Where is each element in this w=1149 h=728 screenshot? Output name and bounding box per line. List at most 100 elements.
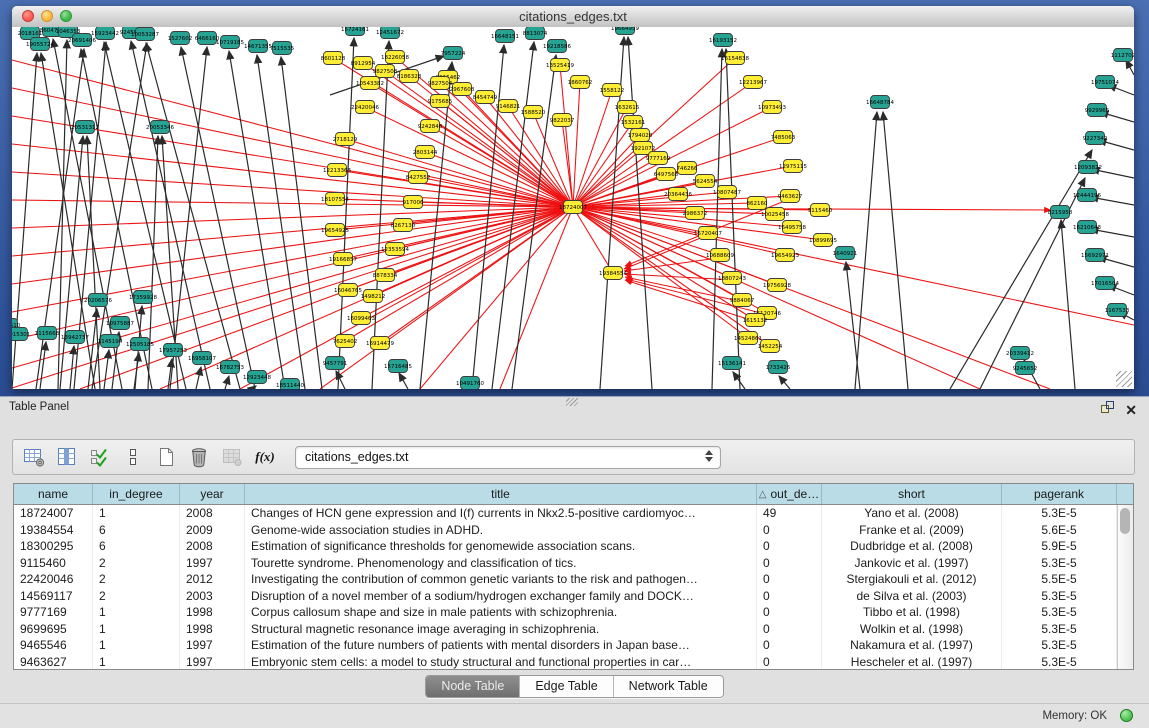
graph-node-label: 18107554: [321, 197, 349, 203]
row-height-icon[interactable]: [121, 445, 145, 469]
graph-node-label: 19166857: [329, 257, 357, 263]
table-cell-pagerank: 5.3E-5: [1002, 637, 1117, 654]
graph-node-label: 8912954: [351, 61, 376, 67]
table-cell-name: 9115460: [14, 555, 93, 572]
table-cell-title: Tourette syndrome. Phenomenology and cla…: [245, 555, 757, 572]
graph-node-label: 9146821: [496, 104, 521, 110]
window-titlebar[interactable]: citations_edges.txt: [12, 6, 1134, 28]
table-row[interactable]: 946554611997Estimation of the future num…: [14, 637, 1118, 654]
graph-node-label: 746266: [677, 166, 698, 172]
column-header-out_degree[interactable]: △out_de…: [757, 484, 822, 504]
graph-node-label: 9929965: [1085, 108, 1110, 114]
table-panel-title: Table Panel: [9, 401, 69, 413]
graph-node-label: 9827508: [373, 69, 398, 75]
graph-node-label: 16958107: [188, 356, 216, 362]
graph-node-label: 20531312: [71, 125, 99, 131]
graph-node-label: 1733426: [766, 365, 791, 371]
table-cell-year: 2012: [180, 571, 245, 588]
graph-node-label: 16154838: [721, 56, 749, 62]
table-row[interactable]: 2242004622012Investigating the contribut…: [14, 571, 1118, 588]
graph-node-label: 7957224: [441, 51, 466, 57]
table-cell-pagerank: 5.3E-5: [1002, 621, 1117, 638]
minimize-button[interactable]: [41, 10, 53, 22]
table-row[interactable]: 1830029562008Estimation of significance …: [14, 538, 1118, 555]
graph-node-label: 16046765: [334, 288, 362, 294]
function-builder-icon[interactable]: f(x): [253, 445, 277, 469]
zoom-button[interactable]: [60, 10, 72, 22]
graph-node-label: 1498212: [361, 294, 386, 300]
tab-edge-table[interactable]: Edge Table: [520, 676, 613, 697]
table-cell-year: 1997: [180, 637, 245, 654]
table-row[interactable]: 1938455462009Genome-wide association stu…: [14, 522, 1118, 539]
splitter-handle[interactable]: [566, 398, 578, 406]
table-row[interactable]: 977716911998Corpus callosum shape and si…: [14, 604, 1118, 621]
graph-node-label: 1632615: [615, 105, 640, 111]
graph-node-label: 10491760: [456, 381, 484, 387]
table-cell-name: 19384554: [14, 522, 93, 539]
table-cell-out_degree: 49: [757, 505, 822, 522]
graph-node-label: 14524861: [734, 336, 762, 342]
graph-node-label: 14671355: [244, 44, 272, 50]
column-header-in_degree[interactable]: in_degree: [93, 484, 180, 504]
red-edge: [365, 107, 573, 207]
table-row[interactable]: 946362711997Embryonic stem cells: a mode…: [14, 654, 1118, 671]
graph-node-label: 3915301: [12, 332, 30, 338]
black-edge: [855, 112, 877, 389]
black-edge: [196, 367, 201, 389]
new-column-icon[interactable]: [154, 445, 178, 469]
red-edge: [12, 60, 573, 207]
column-header-short[interactable]: short: [822, 484, 1002, 504]
network-canvas[interactable]: 2018161860477410463531905572420691406159…: [12, 27, 1134, 389]
column-header-year[interactable]: year: [180, 484, 245, 504]
table-cell-short: Stergiakouli et al. (2012): [822, 571, 1002, 588]
graph-node-label: 18226058: [381, 55, 409, 61]
column-visibility-icon[interactable]: [55, 445, 79, 469]
graph-node-label: 19384554: [599, 271, 627, 277]
status-bar: Memory: OK: [0, 703, 1149, 728]
network-window: citations_edges.txt 20181618604774104635…: [12, 6, 1134, 389]
table-row[interactable]: 969969511998Structural magnetic resonanc…: [14, 621, 1118, 638]
table-row[interactable]: 1456911722003Disruption of a novel membe…: [14, 588, 1118, 605]
graph-node-label: 1794028: [628, 133, 653, 139]
table-mode-icon[interactable]: [22, 445, 46, 469]
dropdown-arrows-icon: [705, 450, 713, 462]
vertical-scrollbar[interactable]: [1117, 505, 1133, 669]
select-columns-icon[interactable]: [88, 445, 112, 469]
delete-column-icon[interactable]: [187, 445, 211, 469]
graph-node-label: 10973493: [758, 105, 786, 111]
tab-network-table[interactable]: Network Table: [614, 676, 723, 697]
black-edge: [225, 376, 229, 389]
graph-node-label: 12353594: [381, 247, 409, 253]
window-resize-grip[interactable]: [1116, 371, 1132, 387]
table-cell-short: Wolkin et al. (1998): [822, 621, 1002, 638]
tab-node-table[interactable]: Node Table: [426, 676, 520, 697]
table-cell-out_degree: 0: [757, 621, 822, 638]
graph-node-label: 9777169: [646, 156, 671, 162]
graph-node-label: 9822037: [550, 118, 575, 124]
graph-node-label: 1112702: [1111, 53, 1134, 59]
table-cell-in_degree: 1: [93, 621, 180, 638]
graph-node-label: 1588520: [521, 110, 546, 116]
column-header-pagerank[interactable]: pagerank: [1002, 484, 1117, 504]
column-header-name[interactable]: name: [14, 484, 93, 504]
graph-node-label: 17016504: [1091, 281, 1119, 287]
graph-node-label: 17957253: [159, 348, 187, 354]
table-cell-short: Franke et al. (2009): [822, 522, 1002, 539]
table-cell-in_degree: 2: [93, 555, 180, 572]
table-row[interactable]: 911546021997Tourette syndrome. Phenomeno…: [14, 555, 1118, 572]
close-button[interactable]: [22, 10, 34, 22]
table-row[interactable]: 1872400712008Changes of HCN gene express…: [14, 505, 1118, 522]
graph-node-label: 19218586: [543, 44, 571, 50]
table-cell-in_degree: 1: [93, 637, 180, 654]
column-header-title[interactable]: title: [245, 484, 757, 504]
close-panel-icon[interactable]: ✕: [1125, 403, 1137, 417]
black-edge: [1126, 60, 1134, 75]
table-selector-dropdown[interactable]: citations_edges.txt: [295, 446, 721, 469]
red-edge: [430, 126, 573, 207]
graph-node-label: 20206576: [84, 298, 112, 304]
scrollbar-thumb[interactable]: [1120, 508, 1130, 534]
float-panel-icon[interactable]: [1100, 400, 1115, 419]
graph-node-label: 1558122: [600, 88, 625, 94]
graph-node-label: 2018161: [18, 31, 43, 37]
black-edge: [779, 376, 790, 389]
